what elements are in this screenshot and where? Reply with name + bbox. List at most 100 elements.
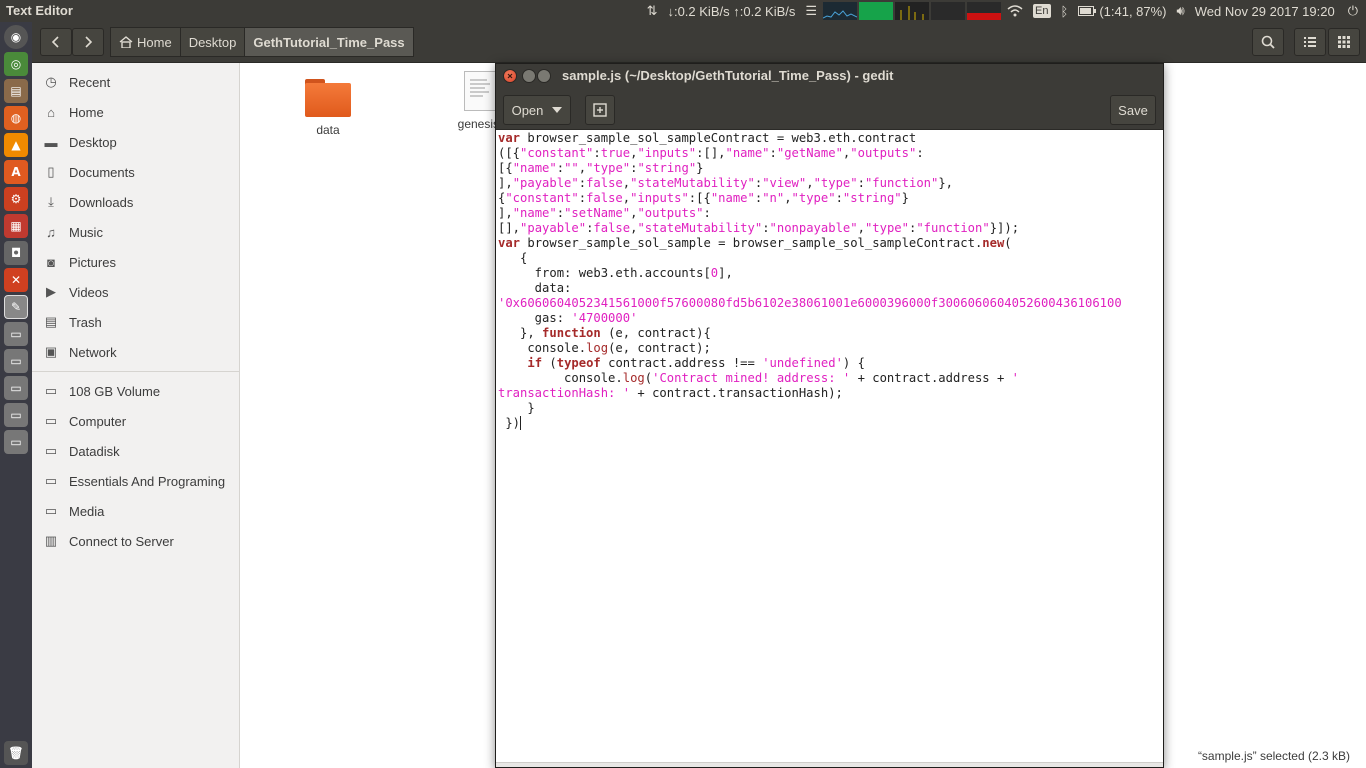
close-icon[interactable] bbox=[503, 69, 517, 83]
forward-button[interactable] bbox=[72, 28, 104, 56]
load-graph[interactable] bbox=[967, 2, 1002, 20]
download-icon: ⤓ bbox=[48, 194, 54, 209]
sidebar-separator bbox=[32, 371, 239, 372]
gedit-window: sample.js (~/Desktop/GethTutorial_Time_P… bbox=[495, 63, 1164, 768]
sidebar-item-label: Datadisk bbox=[69, 443, 120, 459]
drive-icon: ▭ bbox=[44, 413, 58, 428]
sidebar-item-documents[interactable]: ▯ Documents bbox=[32, 157, 239, 187]
network-graph[interactable] bbox=[895, 2, 930, 20]
net-speed[interactable]: ↓:0.2 KiB/s ↑:0.2 KiB/s bbox=[662, 0, 800, 22]
sidebar-item-network[interactable]: ▣ Network bbox=[32, 337, 239, 367]
list-view-button[interactable] bbox=[1294, 28, 1326, 56]
network-arrows-icon[interactable]: ⇅ bbox=[642, 0, 663, 22]
keyboard-layout[interactable]: En bbox=[1028, 0, 1055, 22]
search-button[interactable] bbox=[1252, 28, 1284, 56]
save-button[interactable]: Save bbox=[1110, 95, 1156, 125]
volume-icon[interactable]: 🔊︎ bbox=[1172, 0, 1190, 22]
sidebar-item-music[interactable]: ♫ Music bbox=[32, 217, 239, 247]
swap-graph[interactable] bbox=[931, 2, 966, 20]
camera-icon: ◙ bbox=[47, 254, 55, 270]
sidebar-item-label: Pictures bbox=[69, 254, 116, 270]
text-cursor bbox=[520, 416, 522, 430]
code-editor[interactable]: var browser_sample_sol_sampleContract = … bbox=[497, 131, 1162, 763]
sidebar-item-home[interactable]: ⌂ Home bbox=[32, 97, 239, 127]
crumb-current-folder[interactable]: GethTutorial_Time_Pass bbox=[244, 27, 414, 57]
drive-icon: ▭ bbox=[44, 443, 58, 458]
drive-icon[interactable]: ▭ bbox=[4, 349, 28, 373]
music-icon: ♫ bbox=[46, 224, 56, 240]
sidebar-item-trash[interactable]: ▤ Trash bbox=[32, 307, 239, 337]
sidebar-item-label: 108 GB Volume bbox=[69, 383, 161, 399]
sidebar-item-label: Trash bbox=[69, 314, 102, 330]
firefox-icon[interactable]: ◍ bbox=[4, 106, 28, 130]
software-center-icon[interactable]: A bbox=[4, 160, 28, 184]
text-file-icon bbox=[464, 71, 496, 111]
files-icon[interactable]: ▤ bbox=[4, 79, 28, 103]
sidebar-item-desktop[interactable]: ▬ Desktop bbox=[32, 127, 239, 157]
settings-icon[interactable]: ⚙ bbox=[4, 187, 28, 211]
drive-icon: ▭ bbox=[44, 473, 58, 488]
sidebar-item-connect-server[interactable]: ▥ Connect to Server bbox=[32, 526, 239, 556]
home-icon bbox=[119, 36, 133, 48]
text-editor-icon[interactable]: ✎ bbox=[4, 295, 28, 319]
open-button-label: Open bbox=[511, 102, 544, 118]
app-icon[interactable]: ✕ bbox=[4, 268, 28, 292]
sidebar-item-downloads[interactable]: ⤓ Downloads bbox=[32, 187, 239, 217]
terminal-icon[interactable]: ▦ bbox=[4, 214, 28, 238]
drive-icon: ▭ bbox=[44, 503, 58, 518]
notes-icon[interactable]: ☰ bbox=[800, 0, 822, 22]
sidebar-item-108gb-volume[interactable]: ▭ 108 GB Volume bbox=[32, 376, 239, 406]
open-button[interactable]: Open bbox=[503, 95, 571, 125]
grid-view-button[interactable] bbox=[1328, 28, 1360, 56]
keyboard-language: En bbox=[1033, 4, 1051, 18]
app-title: Text Editor bbox=[6, 3, 73, 18]
trash-icon[interactable]: 🗑︎ bbox=[4, 741, 28, 765]
sidebar-item-recent[interactable]: ◷ Recent bbox=[32, 67, 239, 97]
file-item-folder[interactable]: data bbox=[300, 79, 356, 137]
sidebar: ◷ Recent ⌂ Home ▬ Desktop ▯ Documents ⤓ Downl… bbox=[32, 63, 240, 768]
sidebar-item-datadisk[interactable]: ▭ Datadisk bbox=[32, 436, 239, 466]
path-bar: Home Desktop GethTutorial_Time_Pass bbox=[110, 27, 414, 57]
new-tab-button[interactable] bbox=[585, 95, 615, 125]
drive-icon[interactable]: ▭ bbox=[4, 322, 28, 346]
drive-icon[interactable]: ▭ bbox=[4, 403, 28, 427]
maximize-icon[interactable] bbox=[537, 69, 551, 83]
sidebar-item-media[interactable]: ▭ Media bbox=[32, 496, 239, 526]
sidebar-item-label: Downloads bbox=[69, 194, 134, 210]
sidebar-item-videos[interactable]: ▶ Videos bbox=[32, 277, 239, 307]
sidebar-item-label: Home bbox=[69, 104, 104, 120]
wifi-icon[interactable] bbox=[1002, 0, 1028, 22]
power-icon[interactable]: ⏻ bbox=[1343, 0, 1366, 22]
sidebar-item-label: Videos bbox=[69, 284, 109, 300]
memory-graph[interactable] bbox=[859, 2, 894, 20]
minimize-icon[interactable] bbox=[522, 69, 536, 83]
gedit-titlebar[interactable]: sample.js (~/Desktop/GethTutorial_Time_P… bbox=[496, 64, 1163, 88]
sidebar-item-label: Computer bbox=[69, 413, 127, 429]
files-headerbar: Home Desktop GethTutorial_Time_Pass bbox=[32, 22, 1366, 63]
sidebar-item-computer[interactable]: ▭ Computer bbox=[32, 406, 239, 436]
server-icon: ▥ bbox=[44, 533, 58, 548]
drive-icon[interactable]: ▭ bbox=[4, 430, 28, 454]
file-name: data bbox=[316, 123, 340, 137]
vlc-icon[interactable]: ▲ bbox=[4, 133, 28, 157]
drive-icon[interactable]: ▭ bbox=[4, 376, 28, 400]
battery-indicator[interactable]: (1:41, 87%) bbox=[1073, 0, 1171, 22]
new-document-icon bbox=[593, 103, 607, 117]
document-icon: ▯ bbox=[47, 164, 55, 179]
cpu-graph[interactable] bbox=[822, 2, 858, 20]
back-button[interactable] bbox=[40, 28, 72, 56]
search-icon bbox=[1261, 35, 1275, 49]
drive-icon: ▭ bbox=[44, 383, 58, 398]
chrome-icon[interactable]: ◎ bbox=[4, 52, 28, 76]
screenshot-icon[interactable]: ◘ bbox=[4, 241, 28, 265]
clock-icon: ◷ bbox=[45, 74, 57, 89]
gedit-toolbar: Open Save bbox=[496, 88, 1163, 130]
sidebar-item-pictures[interactable]: ◙ Pictures bbox=[32, 247, 239, 277]
crumb-desktop[interactable]: Desktop bbox=[179, 27, 246, 57]
top-panel: Text Editor ⇅ ↓:0.2 KiB/s ↑:0.2 KiB/s ☰ … bbox=[0, 0, 1366, 22]
dash-icon[interactable]: ◉ bbox=[4, 25, 28, 49]
crumb-home[interactable]: Home bbox=[110, 27, 181, 57]
clock[interactable]: Wed Nov 29 2017 19:20 bbox=[1190, 0, 1343, 22]
sidebar-item-essentials[interactable]: ▭ Essentials And Programing bbox=[32, 466, 239, 496]
bluetooth-icon[interactable]: ᛒ bbox=[1056, 0, 1074, 22]
